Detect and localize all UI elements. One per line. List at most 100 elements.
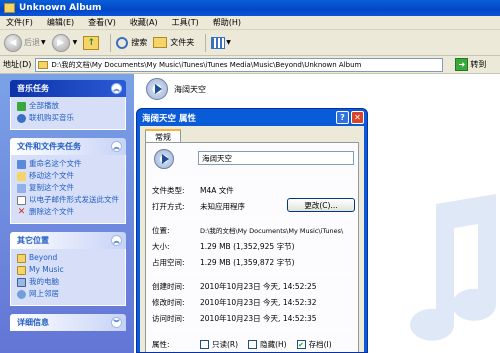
- address-input[interactable]: D:\我的文档\My Documents\My Music\iTunes\iTu…: [35, 57, 444, 72]
- window-title-bar: Unknown Album: [0, 0, 500, 16]
- divider: [152, 273, 352, 274]
- other-places-group: 其它位置 ︽ Beyond My Music 我的电脑 网上邻居: [10, 232, 126, 306]
- menu-tools[interactable]: 工具(T): [172, 17, 199, 28]
- forward-button[interactable]: ▶ ▼: [51, 33, 77, 52]
- readonly-checkbox[interactable]: 只读(R): [200, 339, 238, 350]
- menu-favorites[interactable]: 收藏(A): [130, 17, 158, 28]
- general-tab-panel: 海阔天空 文件类型: M4A 文件 打开方式: 未知应用程序 更改(C)... 位置…: [145, 142, 359, 352]
- audio-file-icon[interactable]: [146, 78, 168, 100]
- file-tasks-group: 文件和文件夹任务 ︽ 重命名这个文件 移动这个文件 复制这个文件 以电子邮件形式…: [10, 138, 126, 224]
- file-name[interactable]: 海阔天空: [174, 84, 206, 95]
- move-icon: [17, 172, 26, 181]
- back-button[interactable]: ◀ 后退 ▼: [4, 33, 46, 52]
- collapse-icon[interactable]: ︽: [111, 83, 122, 94]
- music-note-watermark-icon: [410, 194, 497, 341]
- place-my-computer[interactable]: 我的电脑: [17, 277, 119, 287]
- toolbar-separator: [205, 33, 207, 52]
- place-network[interactable]: 网上邻居: [17, 289, 119, 299]
- divider: [152, 177, 352, 178]
- menu-file[interactable]: 文件(F): [6, 17, 33, 28]
- toolbar: ◀ 后退 ▼ ▶ ▼ ↑ 搜索 文件夹 ▼: [0, 30, 500, 56]
- music-tasks-header[interactable]: 音乐任务 ︽: [10, 80, 126, 97]
- back-arrow-icon: ◀: [4, 33, 22, 52]
- checkbox-box[interactable]: [200, 340, 209, 349]
- checkbox-box[interactable]: [248, 340, 258, 349]
- details-group: 详细信息 ︾: [10, 314, 126, 331]
- address-path: D:\我的文档\My Documents\My Music\iTunes\iTu…: [51, 60, 362, 69]
- toolbar-separator: [110, 33, 112, 52]
- file-type-row: 文件类型: M4A 文件: [152, 186, 234, 195]
- change-button[interactable]: 更改(C)...: [287, 198, 355, 212]
- folder-icon: [4, 3, 15, 13]
- play-all-link[interactable]: 全部播放: [17, 101, 119, 111]
- place-beyond[interactable]: Beyond: [17, 253, 119, 263]
- dialog-title: 海阔天空 属性: [142, 113, 196, 124]
- copy-file-link[interactable]: 复制这个文件: [17, 183, 119, 193]
- archive-checkbox[interactable]: ✔ 存档(I): [296, 339, 332, 350]
- chevron-down-icon: ▼: [226, 39, 231, 46]
- location-row: 位置: D:\我的文档\My Documents\My Music\iTunes\: [152, 226, 344, 235]
- menu-help[interactable]: 帮助(H): [213, 17, 241, 28]
- place-my-music[interactable]: My Music: [17, 265, 119, 275]
- views-button[interactable]: ▼: [211, 36, 231, 49]
- file-name-input[interactable]: 海阔天空: [198, 151, 354, 165]
- close-button[interactable]: ✕: [351, 111, 364, 124]
- file-tasks-header[interactable]: 文件和文件夹任务 ︽: [10, 138, 126, 155]
- checkmark-icon[interactable]: ✔: [296, 340, 306, 349]
- tab-general[interactable]: 常规: [145, 129, 181, 143]
- go-arrow-icon: ➜: [455, 58, 469, 71]
- window-title: Unknown Album: [19, 3, 102, 13]
- globe-icon: [17, 114, 26, 123]
- divider: [152, 329, 352, 330]
- copy-icon: [17, 184, 26, 193]
- open-with-row: 打开方式: 未知应用程序: [152, 202, 245, 211]
- music-tasks-group: 音乐任务 ︽ 全部播放 联机购买音乐: [10, 80, 126, 130]
- up-folder-button[interactable]: ↑: [83, 35, 100, 50]
- collapse-icon[interactable]: ︽: [111, 141, 122, 152]
- go-button[interactable]: ➜ 转到: [455, 58, 486, 71]
- folder-icon: [17, 254, 26, 263]
- menu-bar: 文件(F) 编辑(E) 查看(V) 收藏(A) 工具(T) 帮助(H): [0, 16, 500, 30]
- accessed-row: 访问时间: 2010年10月23日 今天, 14:52:35: [152, 314, 317, 323]
- address-label: 地址(D): [3, 60, 32, 69]
- size-row: 大小: 1.29 MB (1,352,925 字节): [152, 242, 295, 251]
- properties-dialog: 海阔天空 属性 ? ✕ 常规 海阔天空 文件类型: M4A 文件 打开方式: 未知应…: [136, 108, 368, 353]
- hidden-checkbox[interactable]: 隐藏(H): [248, 339, 287, 350]
- expand-icon[interactable]: ︾: [111, 317, 122, 328]
- audio-file-icon: [154, 149, 174, 169]
- help-button[interactable]: ?: [336, 111, 349, 124]
- email-icon: [17, 196, 26, 205]
- dialog-title-bar[interactable]: 海阔天空 属性 ? ✕: [137, 109, 367, 126]
- search-icon: [116, 36, 129, 49]
- details-header[interactable]: 详细信息 ︾: [10, 314, 126, 331]
- forward-arrow-icon: ▶: [51, 33, 70, 52]
- delete-file-link[interactable]: ✕ 删除这个文件: [17, 207, 119, 217]
- menu-view[interactable]: 查看(V): [88, 17, 116, 28]
- modified-row: 修改时间: 2010年10月23日 今天, 14:52:32: [152, 298, 317, 307]
- network-icon: [17, 290, 26, 299]
- rename-icon: [17, 160, 26, 169]
- search-button[interactable]: 搜索: [116, 36, 147, 49]
- buy-music-online-link[interactable]: 联机购买音乐: [17, 113, 119, 123]
- move-file-link[interactable]: 移动这个文件: [17, 171, 119, 181]
- created-row: 创建时间: 2010年10月23日 今天, 14:52:25: [152, 282, 317, 291]
- email-file-link[interactable]: 以电子邮件形式发送此文件: [17, 195, 119, 205]
- folder-icon: [153, 37, 168, 48]
- size-on-disk-row: 占用空间: 1.29 MB (1,359,872 字节): [152, 258, 295, 267]
- play-icon: [17, 102, 26, 111]
- menu-edit[interactable]: 编辑(E): [47, 17, 74, 28]
- divider: [152, 217, 352, 218]
- other-places-header[interactable]: 其它位置 ︽: [10, 232, 126, 249]
- rename-file-link[interactable]: 重命名这个文件: [17, 159, 119, 169]
- folders-button[interactable]: 文件夹: [153, 37, 194, 48]
- collapse-icon[interactable]: ︽: [111, 235, 122, 246]
- up-folder-icon: ↑: [83, 35, 100, 50]
- chevron-down-icon: ▼: [41, 39, 46, 46]
- music-folder-icon: [17, 266, 26, 275]
- computer-icon: [17, 278, 26, 287]
- task-pane: 音乐任务 ︽ 全部播放 联机购买音乐 文件和文件夹任务 ︽ 重命名这个文件 移动…: [0, 74, 134, 353]
- attributes-row: 属性: 只读(R) 隐藏(H) ✔ 存档(I): [152, 339, 332, 350]
- address-bar: 地址(D) D:\我的文档\My Documents\My Music\iTun…: [0, 56, 500, 74]
- views-icon: [211, 36, 226, 49]
- delete-icon: ✕: [17, 207, 26, 217]
